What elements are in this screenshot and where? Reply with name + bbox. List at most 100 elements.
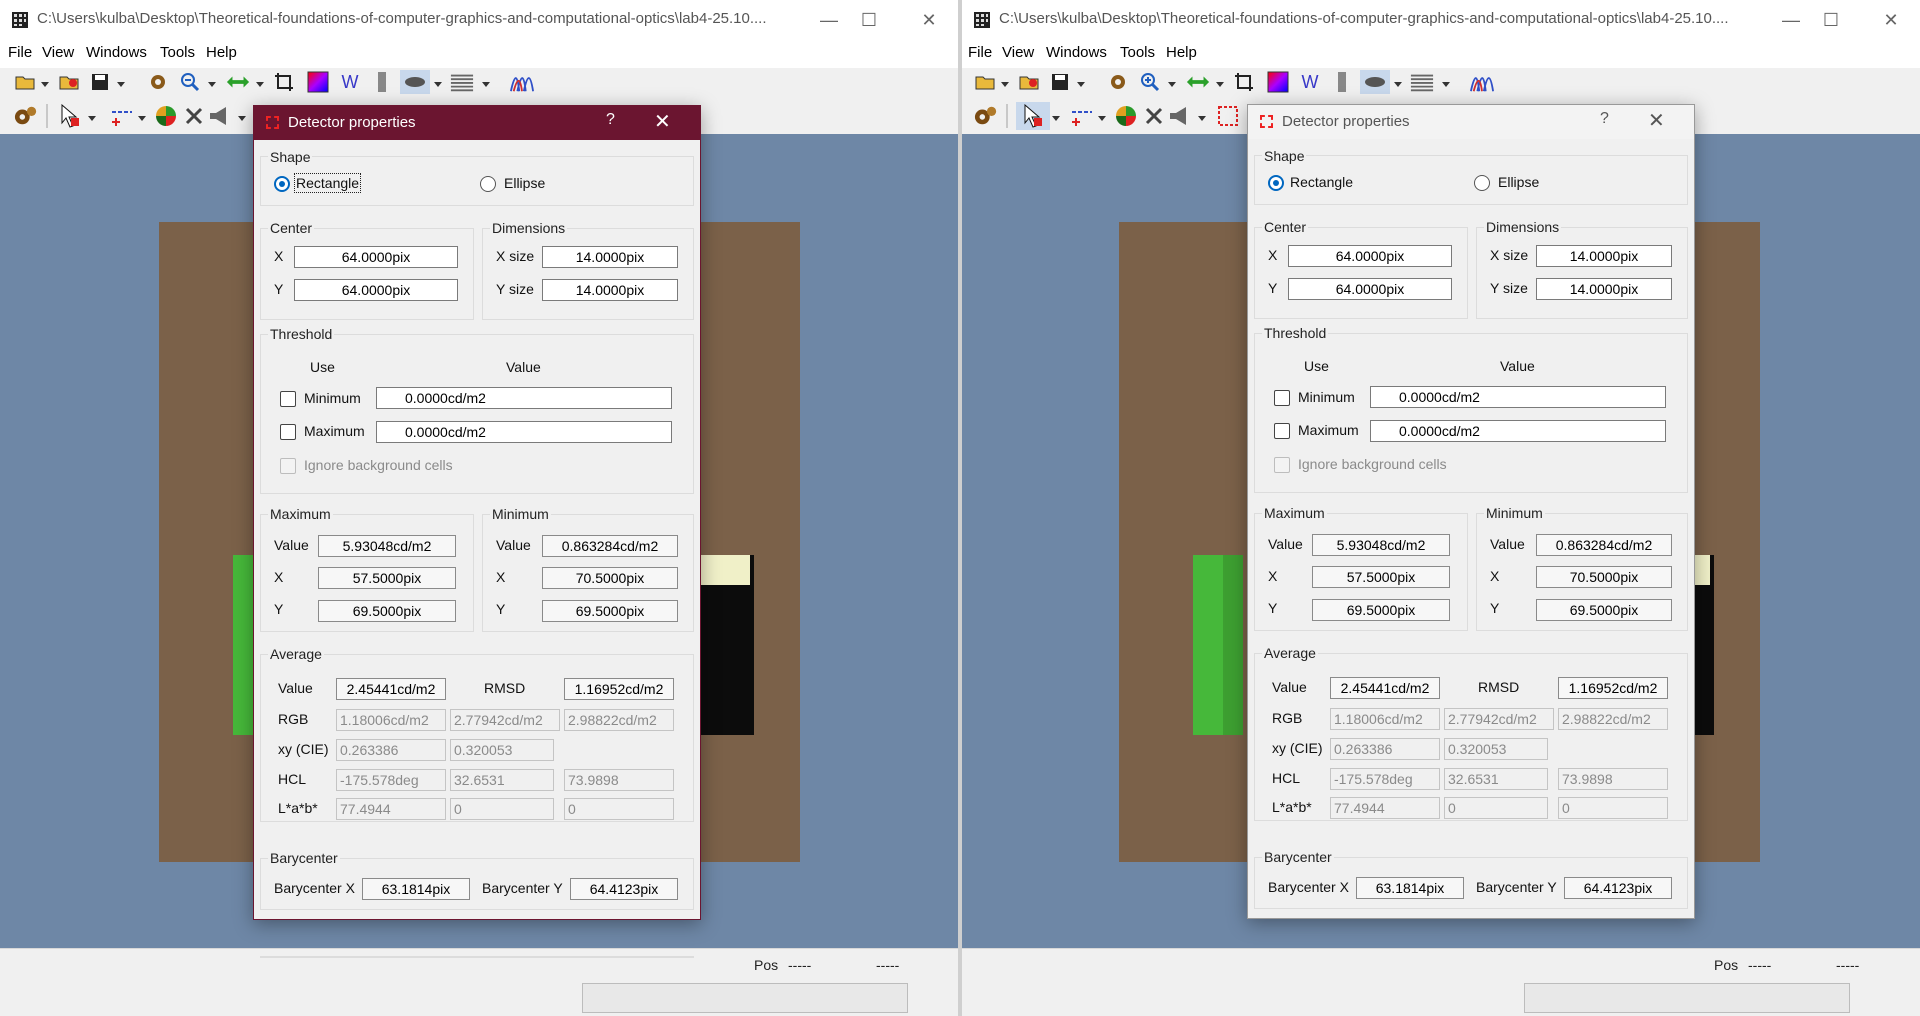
crop-icon[interactable] xyxy=(272,70,296,94)
open-recent-icon[interactable] xyxy=(1018,70,1042,94)
dialog-title-bar[interactable]: Detector properties ? ✕ xyxy=(1248,105,1694,139)
zoom-icon[interactable] xyxy=(178,70,202,94)
dialog-close-button[interactable]: ✕ xyxy=(1648,108,1665,133)
save-icon[interactable] xyxy=(1048,70,1072,94)
speaker-icon[interactable] xyxy=(1168,104,1192,128)
save-dropdown-icon[interactable] xyxy=(1077,82,1085,87)
settings-icon[interactable] xyxy=(1106,70,1130,94)
w-icon[interactable]: W xyxy=(338,70,362,94)
open-icon[interactable] xyxy=(974,70,998,94)
pan-arrows-icon[interactable] xyxy=(1186,70,1210,94)
speaker-icon[interactable] xyxy=(208,104,232,128)
dialog-close-button[interactable]: ✕ xyxy=(654,109,671,134)
dimensions-x-input[interactable]: 14.0000pix xyxy=(542,246,678,268)
rectangle-label[interactable]: Rectangle xyxy=(293,173,362,193)
menu-file[interactable]: File xyxy=(8,44,32,61)
line-detector-icon[interactable] xyxy=(110,104,134,128)
line-dropdown-icon[interactable] xyxy=(1098,116,1106,121)
cross-icon[interactable] xyxy=(1142,104,1166,128)
maximum-checkbox[interactable] xyxy=(1274,423,1290,439)
texture-icon[interactable] xyxy=(1410,70,1434,94)
color-map-icon[interactable] xyxy=(306,70,330,94)
spectrum-icon[interactable] xyxy=(1470,70,1494,94)
open-recent-icon[interactable] xyxy=(58,70,82,94)
pan-dropdown-icon[interactable] xyxy=(256,82,264,87)
zoom-icon[interactable] xyxy=(1138,70,1162,94)
center-x-input[interactable]: 64.0000pix xyxy=(294,246,458,268)
ellipse-dropdown-icon[interactable] xyxy=(1394,82,1402,87)
ellipse-radio[interactable] xyxy=(1474,175,1490,191)
crop-icon[interactable] xyxy=(1232,70,1256,94)
ellipse-radio[interactable] xyxy=(480,176,496,192)
pan-dropdown-icon[interactable] xyxy=(1216,82,1224,87)
minimum-checkbox[interactable] xyxy=(1274,390,1290,406)
rect-detector-icon[interactable] xyxy=(1216,104,1240,128)
speaker-dropdown-icon[interactable] xyxy=(1198,116,1206,121)
pointer-icon[interactable] xyxy=(1016,102,1050,130)
bar-icon[interactable] xyxy=(370,70,394,94)
rectangle-radio[interactable] xyxy=(274,176,290,192)
open-dropdown-icon[interactable] xyxy=(41,82,49,87)
dialog-title-bar[interactable]: Detector properties ? ✕ xyxy=(254,106,700,140)
save-dropdown-icon[interactable] xyxy=(117,82,125,87)
gears-icon[interactable] xyxy=(14,104,38,128)
rectangle-radio[interactable] xyxy=(1268,175,1284,191)
minimum-threshold-input[interactable]: 0.0000cd/m2 xyxy=(1370,386,1666,408)
pan-arrows-icon[interactable] xyxy=(226,70,250,94)
pointer-icon[interactable] xyxy=(58,104,82,128)
menu-tools[interactable]: Tools xyxy=(160,44,195,61)
help-button[interactable]: ? xyxy=(606,111,615,129)
ellipse-detector-icon[interactable] xyxy=(1360,70,1390,94)
minimum-threshold-input[interactable]: 0.0000cd/m2 xyxy=(376,387,672,409)
menu-help[interactable]: Help xyxy=(1166,44,1197,61)
close-button[interactable]: ✕ xyxy=(1862,0,1920,40)
open-dropdown-icon[interactable] xyxy=(1001,82,1009,87)
ignore-background-checkbox[interactable] xyxy=(1274,457,1290,473)
spectrum-icon[interactable] xyxy=(510,70,534,94)
zoom-dropdown-icon[interactable] xyxy=(208,82,216,87)
maximum-threshold-input[interactable]: 0.0000cd/m2 xyxy=(376,421,672,443)
color-map-icon[interactable] xyxy=(1266,70,1290,94)
gears-icon[interactable] xyxy=(974,104,998,128)
dimensions-y-input[interactable]: 14.0000pix xyxy=(1536,278,1672,300)
menu-windows[interactable]: Windows xyxy=(1046,44,1107,61)
w-icon[interactable]: W xyxy=(1298,70,1322,94)
center-x-input[interactable]: 64.0000pix xyxy=(1288,245,1452,267)
line-dropdown-icon[interactable] xyxy=(138,116,146,121)
open-icon[interactable] xyxy=(14,70,38,94)
ellipse-dropdown-icon[interactable] xyxy=(434,82,442,87)
pointer-dropdown-icon[interactable] xyxy=(1052,116,1060,121)
ellipse-label[interactable]: Ellipse xyxy=(1498,174,1539,190)
center-y-input[interactable]: 64.0000pix xyxy=(294,279,458,301)
maximum-checkbox[interactable] xyxy=(280,424,296,440)
menu-windows[interactable]: Windows xyxy=(86,44,147,61)
save-icon[interactable] xyxy=(88,70,112,94)
menu-view[interactable]: View xyxy=(1002,44,1034,61)
minimum-checkbox[interactable] xyxy=(280,391,296,407)
maximum-threshold-input[interactable]: 0.0000cd/m2 xyxy=(1370,420,1666,442)
help-button[interactable]: ? xyxy=(1600,110,1609,128)
close-button[interactable]: ✕ xyxy=(900,0,958,40)
menu-tools[interactable]: Tools xyxy=(1120,44,1155,61)
dimensions-x-input[interactable]: 14.0000pix xyxy=(1536,245,1672,267)
dimensions-y-input[interactable]: 14.0000pix xyxy=(542,279,678,301)
menu-view[interactable]: View xyxy=(42,44,74,61)
texture-dropdown-icon[interactable] xyxy=(1442,82,1450,87)
pointer-dropdown-icon[interactable] xyxy=(88,116,96,121)
cross-icon[interactable] xyxy=(182,104,206,128)
rectangle-label[interactable]: Rectangle xyxy=(1290,174,1353,190)
speaker-dropdown-icon[interactable] xyxy=(238,116,246,121)
maximize-button[interactable]: ☐ xyxy=(840,0,898,40)
maximize-button[interactable]: ☐ xyxy=(1802,0,1860,40)
zoom-dropdown-icon[interactable] xyxy=(1168,82,1176,87)
menu-help[interactable]: Help xyxy=(206,44,237,61)
ignore-background-checkbox[interactable] xyxy=(280,458,296,474)
color-wheel-icon[interactable] xyxy=(154,104,178,128)
line-detector-icon[interactable] xyxy=(1070,104,1094,128)
menu-file[interactable]: File xyxy=(968,44,992,61)
color-wheel-icon[interactable] xyxy=(1114,104,1138,128)
ellipse-detector-icon[interactable] xyxy=(400,70,430,94)
ellipse-label[interactable]: Ellipse xyxy=(504,175,545,191)
center-y-input[interactable]: 64.0000pix xyxy=(1288,278,1452,300)
texture-dropdown-icon[interactable] xyxy=(482,82,490,87)
